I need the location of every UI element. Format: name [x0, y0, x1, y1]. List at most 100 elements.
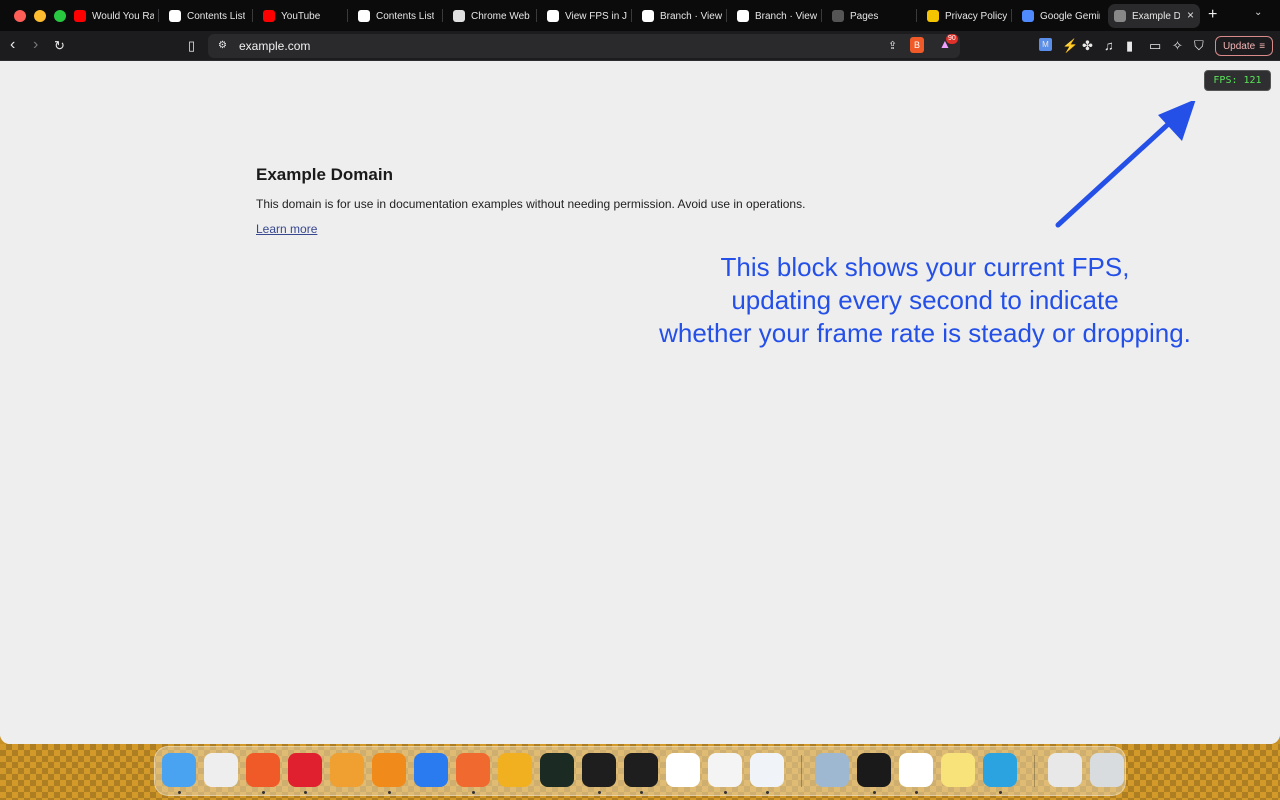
tab[interactable]: View FPS in J [541, 4, 627, 28]
address-bar[interactable]: ⚙ example.com ⇪ B ▲ 90 [208, 34, 960, 58]
figma-icon[interactable] [582, 753, 616, 787]
tab-title: Would You Ra [92, 10, 154, 22]
tab-separator [631, 9, 632, 22]
tab-separator [252, 9, 253, 22]
running-indicator [598, 791, 601, 794]
documents-icon[interactable] [1048, 753, 1082, 787]
tab-separator [347, 9, 348, 22]
freeform-icon[interactable] [708, 753, 742, 787]
tableplus-icon[interactable] [498, 753, 532, 787]
tab-title: Branch · View [755, 10, 817, 22]
tab-separator [1011, 9, 1012, 22]
share-icon[interactable]: ⇪ [888, 39, 897, 53]
launchpad-icon[interactable] [204, 753, 238, 787]
vscode-icon[interactable] [750, 753, 784, 787]
minimize-window-button[interactable] [34, 9, 46, 22]
tab-title: Google Gemin [1040, 10, 1100, 22]
close-tab-icon[interactable]: × [1187, 8, 1194, 22]
preview-icon[interactable] [815, 753, 849, 787]
vpn-shield-icon[interactable]: ⛉ [1194, 39, 1204, 53]
opera-icon[interactable] [288, 753, 322, 787]
page-title: Example Domain [256, 165, 393, 184]
running-indicator [724, 791, 727, 794]
annotation-line: This block shows your current FPS, [720, 252, 1130, 282]
new-tab-button[interactable]: + [1208, 6, 1217, 24]
url-text: example.com [239, 39, 311, 53]
finder-icon[interactable] [162, 753, 196, 787]
globe-icon [1114, 10, 1126, 22]
navigation-toolbar: ‹ › ↻ ▯ ⚙ example.com ⇪ B ▲ 90 M ⚡ ✤ ♫ ▮… [0, 31, 1280, 61]
tab-active[interactable]: Example D × [1108, 4, 1200, 28]
tab[interactable]: Pages [826, 4, 912, 28]
running-indicator [304, 791, 307, 794]
web-page: Example Domain This domain is for use in… [0, 61, 1280, 744]
back-button[interactable]: ‹ [10, 37, 15, 53]
tab[interactable]: Privacy Policy [921, 4, 1007, 28]
tab[interactable]: Would You Ra [68, 4, 154, 28]
tab-title: Chrome Web [471, 10, 530, 22]
zoom-window-button[interactable] [54, 9, 66, 22]
running-indicator [999, 791, 1002, 794]
youtube-icon [263, 10, 275, 22]
tab-title: YouTube [281, 10, 321, 22]
update-label: Update [1222, 40, 1256, 52]
tab[interactable]: Branch · View [731, 4, 817, 28]
fps-counter-badge: FPS: 121 [1204, 70, 1271, 91]
sidebar-icon[interactable]: ▮ [1126, 39, 1133, 53]
bolt-extension-icon[interactable]: ⚡ [1062, 39, 1078, 53]
running-indicator [388, 791, 391, 794]
capcut-icon[interactable] [666, 753, 700, 787]
close-window-button[interactable] [14, 9, 26, 22]
tab[interactable]: Contents List [163, 4, 249, 28]
github-icon [832, 10, 844, 22]
brave-shields-icon[interactable]: B [910, 37, 924, 53]
photos-icon[interactable] [330, 753, 364, 787]
trash-icon[interactable] [1090, 753, 1124, 787]
browser-window: Would You Ra Contents List YouTube Contents… [0, 0, 1280, 744]
running-indicator [472, 791, 475, 794]
app-store-icon[interactable] [414, 753, 448, 787]
site-settings-icon[interactable]: ⚙ [218, 39, 227, 53]
forward-button[interactable]: › [33, 37, 38, 53]
tab[interactable]: Contents List [352, 4, 438, 28]
telegram-icon[interactable] [983, 753, 1017, 787]
update-button[interactable]: Update ≡ [1215, 36, 1273, 56]
tab[interactable]: Google Gemin [1016, 4, 1100, 28]
brave-icon[interactable] [246, 753, 280, 787]
bookmark-icon[interactable]: ▯ [188, 39, 195, 53]
dock-separator [801, 755, 802, 787]
extension-icon[interactable]: M [1039, 38, 1052, 51]
rewards-badge: 90 [946, 34, 958, 44]
menu-icon: ≡ [1259, 40, 1266, 52]
tab[interactable]: YouTube [257, 4, 343, 28]
running-indicator [873, 791, 876, 794]
annotation-line: updating every second to indicate [731, 285, 1119, 315]
running-indicator [640, 791, 643, 794]
tab-separator [726, 9, 727, 22]
tab[interactable]: Chrome Web [447, 4, 533, 28]
dock-separator [1034, 755, 1035, 787]
activity-monitor-icon[interactable] [540, 753, 574, 787]
running-indicator [766, 791, 769, 794]
tab[interactable]: Branch · View [636, 4, 722, 28]
youtube-icon [74, 10, 86, 22]
chrome-icon[interactable] [899, 753, 933, 787]
books-icon[interactable] [372, 753, 406, 787]
window-controls [0, 9, 66, 22]
postman-icon[interactable] [456, 753, 490, 787]
leo-ai-icon[interactable]: ✧ [1172, 39, 1183, 53]
wallet-icon[interactable]: ▭ [1149, 39, 1161, 53]
tab-title: Example D [1132, 10, 1180, 22]
tab-strip: Would You Ra Contents List YouTube Contents… [0, 0, 1280, 31]
page-body-text: This domain is for use in documentation … [256, 197, 806, 211]
music-icon[interactable]: ♫ [1104, 39, 1114, 53]
dock [154, 746, 1126, 796]
reload-button[interactable]: ↻ [54, 39, 65, 53]
terminal-icon[interactable] [624, 753, 658, 787]
tab-overflow-chevron-icon[interactable]: ⌄ [1254, 7, 1262, 18]
notes-icon[interactable] [941, 753, 975, 787]
extensions-puzzle-icon[interactable]: ✤ [1082, 39, 1093, 53]
terminal-alt-icon[interactable] [857, 753, 891, 787]
learn-more-link[interactable]: Learn more [256, 222, 317, 236]
annotation-text: This block shows your current FPS, updat… [620, 251, 1230, 350]
